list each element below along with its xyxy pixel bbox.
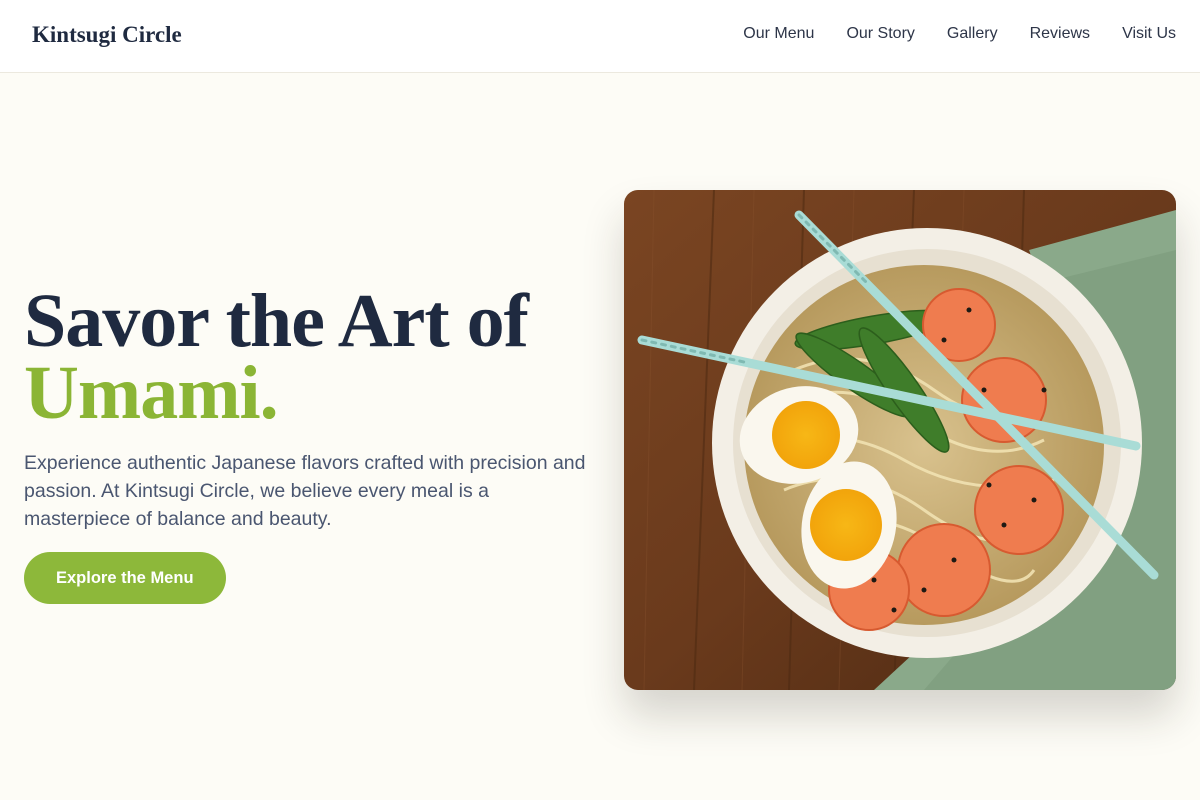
top-navigation: Kintsugi Circle Our Menu Our Story Galle… xyxy=(0,0,1200,73)
hero-headline-accent: Umami. xyxy=(24,351,279,435)
hero-food-image xyxy=(624,190,1176,690)
explore-menu-button[interactable]: Explore the Menu xyxy=(24,552,226,604)
brand-logo[interactable]: Kintsugi Circle xyxy=(32,22,182,48)
nav-link-gallery[interactable]: Gallery xyxy=(947,25,998,43)
nav-link-visit-us[interactable]: Visit Us xyxy=(1122,25,1176,43)
hero-description: Experience authentic Japanese flavors cr… xyxy=(24,452,586,530)
nav-link-our-menu[interactable]: Our Menu xyxy=(743,25,814,43)
nav-links: Our Menu Our Story Gallery Reviews Visit… xyxy=(711,25,1176,43)
hero-headline: Savor the Art of Umami. xyxy=(24,283,594,435)
nav-link-reviews[interactable]: Reviews xyxy=(1030,25,1090,43)
nav-link-our-story[interactable]: Our Story xyxy=(846,25,914,43)
hero-text: Savor the Art of Umami. Experience authe… xyxy=(24,283,594,604)
